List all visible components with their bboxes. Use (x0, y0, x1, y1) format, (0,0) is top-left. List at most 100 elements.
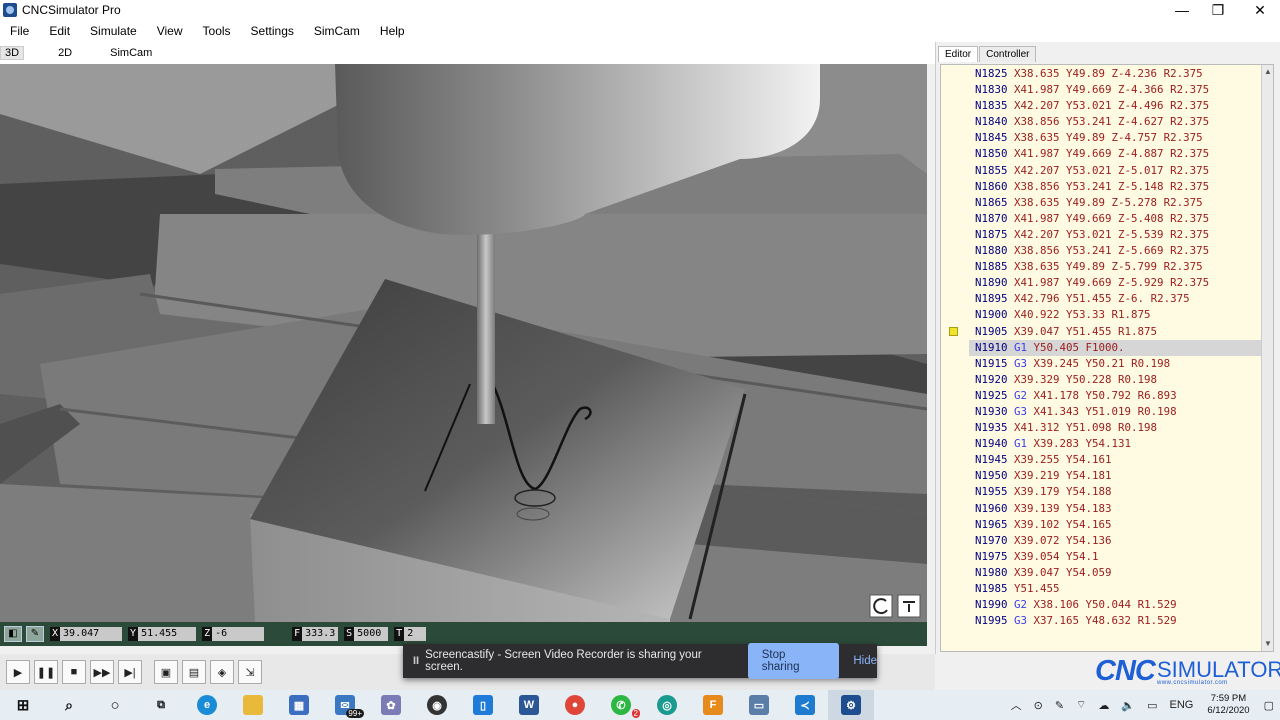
cnc-simulator-taskbar-icon[interactable]: ⚙ (828, 690, 874, 720)
cloud-icon[interactable]: ☁ (1098, 699, 1109, 712)
step-icon[interactable]: ▶| (118, 660, 142, 684)
gcode-line[interactable]: N1990 G2 X38.106 Y50.044 R1.529 (969, 597, 1265, 613)
volume-icon[interactable]: 🔈 (1121, 699, 1135, 712)
menu-simcam[interactable]: SimCam (304, 24, 370, 38)
gcode-line[interactable]: N1930 G3 X41.343 Y51.019 R0.198 (969, 404, 1265, 420)
notification-icon[interactable]: ▢ (1264, 699, 1274, 712)
clock[interactable]: 7:59 PM 6/12/2020 (1207, 693, 1249, 717)
maximize-button[interactable]: ❐ (1198, 0, 1238, 20)
wifi-icon[interactable]: ⌔ (1076, 698, 1086, 712)
gcode-line[interactable]: N1940 G1 X39.283 Y54.131 (969, 436, 1265, 452)
battery-icon[interactable]: ▭ (1147, 699, 1157, 712)
gcode-line[interactable]: N1925 G2 X41.178 Y50.792 R6.893 (969, 388, 1265, 404)
gcode-line[interactable]: N1915 G3 X39.245 Y50.21 R0.198 (969, 356, 1265, 372)
media-icon[interactable]: ◉ (414, 690, 460, 720)
file-explorer-icon[interactable] (230, 690, 276, 720)
tab-2d[interactable]: 2D (54, 47, 76, 59)
gcode-line[interactable]: N1985 Y51.455 (969, 581, 1265, 597)
tab-controller[interactable]: Controller (979, 46, 1037, 62)
menu-settings[interactable]: Settings (241, 24, 304, 38)
menu-tools[interactable]: Tools (193, 24, 241, 38)
mail-icon[interactable]: ✉ 99+ (322, 690, 368, 720)
whatsapp-icon[interactable]: ✆ 2 (598, 690, 644, 720)
gcode-line[interactable]: N1965 X39.102 Y54.165 (969, 517, 1265, 533)
phone-icon[interactable]: ▯ (460, 690, 506, 720)
fast-forward-icon[interactable]: ▶▶ (90, 660, 114, 684)
menu-file[interactable]: File (0, 24, 39, 38)
menu-view[interactable]: View (147, 24, 193, 38)
gcode-line[interactable]: N1855 X42.207 Y53.021 Z-5.017 R2.375 (969, 163, 1265, 179)
gcode-line[interactable]: N1840 X38.856 Y53.241 Z-4.627 R2.375 (969, 114, 1265, 130)
app-icon-circle[interactable]: ◎ (644, 690, 690, 720)
gcode-line[interactable]: N1905 X39.047 Y51.455 R1.875 (969, 324, 1265, 340)
gcode-line[interactable]: N1980 X39.047 Y54.059 (969, 565, 1265, 581)
menu-help[interactable]: Help (370, 24, 415, 38)
gcode-line[interactable]: N1975 X39.054 Y54.1 (969, 549, 1265, 565)
tab-editor[interactable]: Editor (938, 46, 979, 62)
gcode-editor[interactable]: N1825 X38.635 Y49.89 Z-4.236 R2.375 N1830… (940, 64, 1274, 652)
chevron-up-icon[interactable]: ︿ (1011, 697, 1022, 713)
gcode-line[interactable]: N1920 X39.329 Y50.228 R0.198 (969, 372, 1265, 388)
start-icon[interactable]: ⊞ (0, 690, 46, 720)
gcode-line[interactable]: N1825 X38.635 Y49.89 Z-4.236 R2.375 (969, 66, 1265, 82)
clock-time: 7:59 PM (1210, 693, 1247, 704)
gcode-line[interactable]: N1950 X39.219 Y54.181 (969, 468, 1265, 484)
gcode-line[interactable]: N1955 X39.179 Y54.188 (969, 484, 1265, 500)
gcode-line[interactable]: N1945 X39.255 Y54.161 (969, 452, 1265, 468)
gcode-line[interactable]: N1880 X38.856 Y53.241 Z-5.669 R2.375 (969, 243, 1265, 259)
gcode-line[interactable]: N1935 X41.312 Y51.098 R0.198 (969, 420, 1265, 436)
pen-icon[interactable]: ✎ (26, 626, 44, 642)
view-toggle-icon[interactable]: ◧ (4, 626, 22, 642)
window-app-icon[interactable]: ▭ (736, 690, 782, 720)
vscode-icon[interactable]: ≺ (782, 690, 828, 720)
gcode-line[interactable]: N1885 X38.635 Y49.89 Z-5.799 R2.375 (969, 259, 1265, 275)
tab-3d[interactable]: 3D (0, 46, 25, 60)
gcode-line[interactable]: N1830 X41.987 Y49.669 Z-4.366 R2.375 (969, 82, 1265, 98)
scroll-up-icon[interactable]: ▲ (1263, 67, 1273, 77)
close-button[interactable]: ✕ (1240, 0, 1280, 20)
gcode-line[interactable]: N1870 X41.987 Y49.669 Z-5.408 R2.375 (969, 211, 1265, 227)
editor-scrollbar[interactable]: ▲ ▼ (1261, 65, 1273, 651)
print-icon[interactable]: ▤ (182, 660, 206, 684)
gcode-line[interactable]: N1875 X42.207 Y53.021 Z-5.539 R2.375 (969, 227, 1265, 243)
gcode-line[interactable]: N1910 G1 Y50.405 F1000. (969, 339, 1265, 356)
app-icon-brush[interactable]: ✿ (368, 690, 414, 720)
gcode-line[interactable]: N1900 X40.922 Y53.33 R1.875 (969, 307, 1265, 323)
stop-icon[interactable]: ■ (62, 660, 86, 684)
hide-button[interactable]: Hide (853, 655, 877, 667)
menu-simulate[interactable]: Simulate (80, 24, 147, 38)
stop-sharing-button[interactable]: Stop sharing (747, 643, 840, 679)
scroll-down-icon[interactable]: ▼ (1263, 639, 1273, 649)
gcode-line[interactable]: N1970 X39.072 Y54.136 (969, 533, 1265, 549)
chrome-icon[interactable]: ● (552, 690, 598, 720)
menu-edit[interactable]: Edit (39, 24, 80, 38)
foxit-icon[interactable]: F (690, 690, 736, 720)
gcode-line[interactable]: N1860 X38.856 Y53.241 Z-5.148 R2.375 (969, 179, 1265, 195)
play-icon[interactable]: ▶ (6, 660, 30, 684)
taskbar: ⊞ ⌕ ○ ⧉ e ▦ ✉ 99+ ✿ ◉ ▯ W ● ✆ 2 ◎ F ▭ ≺ … (0, 690, 1280, 720)
gcode-line[interactable]: N1895 X42.796 Y51.455 Z-6. R2.375 (969, 291, 1265, 307)
task-view-icon[interactable]: ⧉ (138, 690, 184, 720)
frame-icon[interactable]: ▣ (154, 660, 178, 684)
gcode-line[interactable]: N1845 X38.635 Y49.89 Z-4.757 R2.375 (969, 130, 1265, 146)
gcode-line[interactable]: N1850 X41.987 Y49.669 Z-4.887 R2.375 (969, 146, 1265, 162)
word-icon[interactable]: W (506, 690, 552, 720)
search-icon[interactable]: ⌕ (46, 690, 92, 720)
pause-icon[interactable]: ❚❚ (34, 660, 58, 684)
tab-simcam[interactable]: SimCam (106, 47, 156, 59)
language-indicator[interactable]: ENG (1169, 699, 1193, 711)
minimize-button[interactable]: — (1162, 0, 1202, 20)
pen-tray-icon[interactable]: ✎ (1055, 699, 1064, 712)
cortana-icon[interactable]: ○ (92, 690, 138, 720)
edge-icon[interactable]: e (184, 690, 230, 720)
gcode-line[interactable]: N1960 X39.139 Y54.183 (969, 501, 1265, 517)
palette-icon[interactable]: ◈ (210, 660, 234, 684)
gcode-line[interactable]: N1995 G3 X37.165 Y48.632 R1.529 (969, 613, 1265, 629)
gcode-line[interactable]: N1890 X41.987 Y49.669 Z-5.929 R2.375 (969, 275, 1265, 291)
store-icon[interactable]: ▦ (276, 690, 322, 720)
gcode-line[interactable]: N1865 X38.635 Y49.89 Z-5.278 R2.375 (969, 195, 1265, 211)
meet-icon[interactable]: ⊙ (1034, 699, 1043, 712)
gcode-line[interactable]: N1835 X42.207 Y53.021 Z-4.496 R2.375 (969, 98, 1265, 114)
export-icon[interactable]: ⇲ (238, 660, 262, 684)
3d-viewport[interactable] (0, 64, 927, 622)
